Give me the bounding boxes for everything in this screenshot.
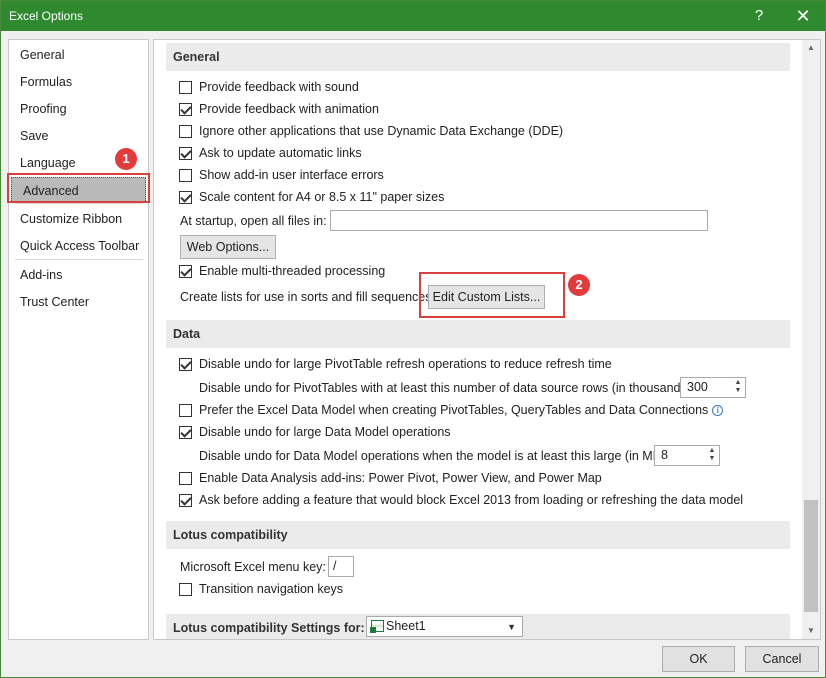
close-icon[interactable]: ✕ xyxy=(785,1,821,31)
option-undo-pivot[interactable]: Disable undo for large PivotTable refres… xyxy=(179,355,612,373)
sidebar-item-customize-ribbon[interactable]: Customize Ribbon xyxy=(9,206,148,232)
startup-files-input[interactable] xyxy=(330,210,708,231)
worksheet-icon xyxy=(370,620,384,633)
advanced-highlight-box xyxy=(7,173,150,203)
undo-model-checkbox[interactable] xyxy=(179,425,192,439)
custom-lists-highlight-box xyxy=(419,272,565,318)
addin-errors-checkbox[interactable] xyxy=(179,168,192,182)
sheet-select-value: Sheet1 xyxy=(386,619,426,633)
update-links-checkbox[interactable] xyxy=(179,146,192,160)
sidebar-item-general[interactable]: General xyxy=(9,42,148,68)
sidebar-item-add-ins[interactable]: Add-ins xyxy=(9,262,148,288)
option-label: Show add-in user interface errors xyxy=(199,168,384,182)
option-label: Provide feedback with animation xyxy=(199,102,379,116)
option-ask-before[interactable]: Ask before adding a feature that would b… xyxy=(179,491,743,509)
undo-pivot-rows-label: Disable undo for PivotTables with at lea… xyxy=(199,381,695,395)
multithread-checkbox[interactable] xyxy=(179,264,192,278)
feedback-animation-checkbox[interactable] xyxy=(179,102,192,116)
option-feedback-sound[interactable]: Provide feedback with sound xyxy=(179,78,359,96)
callout-badge-2: 2 xyxy=(568,274,590,296)
sidebar-divider xyxy=(15,203,143,204)
option-label: Scale content for A4 or 8.5 x 11" paper … xyxy=(199,190,445,204)
custom-lists-label: Create lists for use in sorts and fill s… xyxy=(180,290,435,304)
web-options-button[interactable]: Web Options... xyxy=(180,235,276,259)
scale-content-checkbox[interactable] xyxy=(179,190,192,204)
option-transition-keys[interactable]: Transition navigation keys xyxy=(179,580,343,598)
option-label: Provide feedback with sound xyxy=(199,80,359,94)
analysis-addins-checkbox[interactable] xyxy=(179,471,192,485)
option-feedback-animation[interactable]: Provide feedback with animation xyxy=(179,100,379,118)
option-label: Enable multi-threaded processing xyxy=(199,264,386,278)
lotus-sheet-select[interactable]: Sheet1 ▼ xyxy=(366,616,523,637)
option-label: Ask before adding a feature that would b… xyxy=(199,493,744,507)
spinner-value: 300 xyxy=(687,380,708,394)
ignore-dde-checkbox[interactable] xyxy=(179,124,192,138)
ok-button[interactable]: OK xyxy=(662,646,735,672)
vertical-scrollbar[interactable]: ▲ ▼ xyxy=(802,40,820,639)
sidebar-item-formulas[interactable]: Formulas xyxy=(9,69,148,95)
sidebar-item-quick-access-toolbar[interactable]: Quick Access Toolbar xyxy=(9,233,148,259)
title-bar: Excel Options ? ✕ xyxy=(1,1,825,31)
option-multithread[interactable]: Enable multi-threaded processing xyxy=(179,262,385,280)
menu-key-label: Microsoft Excel menu key: xyxy=(180,560,326,574)
option-ignore-dde[interactable]: Ignore other applications that use Dynam… xyxy=(179,122,563,140)
category-sidebar: General Formulas Proofing Save Language … xyxy=(8,39,149,640)
startup-files-label: At startup, open all files in: xyxy=(180,214,327,228)
callout-badge-1: 1 xyxy=(115,148,137,170)
prefer-model-checkbox[interactable] xyxy=(179,403,192,417)
option-label: Disable undo for large PivotTable refres… xyxy=(199,357,612,371)
undo-pivot-checkbox[interactable] xyxy=(179,357,192,371)
option-update-links[interactable]: Ask to update automatic links xyxy=(179,144,362,162)
spinner-value: 8 xyxy=(661,448,668,462)
option-prefer-model[interactable]: Prefer the Excel Data Model when creatin… xyxy=(179,401,724,419)
spinner-arrows-icon[interactable]: ▲ ▼ xyxy=(707,447,717,464)
chevron-down-icon[interactable]: ▼ xyxy=(507,618,516,637)
option-addin-errors[interactable]: Show add-in user interface errors xyxy=(179,166,384,184)
scroll-down-icon[interactable]: ▼ xyxy=(802,623,820,639)
feedback-sound-checkbox[interactable] xyxy=(179,80,192,94)
option-label: Enable Data Analysis add-ins: Power Pivo… xyxy=(199,471,602,485)
help-icon[interactable]: ? xyxy=(741,1,777,31)
window-title: Excel Options xyxy=(9,9,84,23)
transition-keys-checkbox[interactable] xyxy=(179,582,192,596)
info-icon[interactable]: i xyxy=(712,404,724,416)
undo-model-size-label: Disable undo for Data Model operations w… xyxy=(199,449,669,463)
option-undo-model[interactable]: Disable undo for large Data Model operat… xyxy=(179,423,451,441)
ask-before-checkbox[interactable] xyxy=(179,493,192,507)
spinner-arrows-icon[interactable]: ▲ ▼ xyxy=(733,379,743,396)
excel-options-dialog: Excel Options ? ✕ General Formulas Proof… xyxy=(0,0,826,678)
menu-key-input[interactable]: / xyxy=(328,556,354,577)
sidebar-divider xyxy=(15,259,143,260)
section-header-lotus: Lotus compatibility xyxy=(166,521,790,549)
undo-model-size-spinner[interactable]: 8 ▲ ▼ xyxy=(654,445,720,466)
undo-pivot-rows-spinner[interactable]: 300 ▲ ▼ xyxy=(680,377,746,398)
section-header-general: General xyxy=(166,43,790,71)
option-scale-content[interactable]: Scale content for A4 or 8.5 x 11" paper … xyxy=(179,188,444,206)
option-label: Ask to update automatic links xyxy=(199,146,362,160)
option-label: Disable undo for large Data Model operat… xyxy=(199,425,451,439)
sidebar-item-save[interactable]: Save xyxy=(9,123,148,149)
cancel-button[interactable]: Cancel xyxy=(745,646,819,672)
sidebar-item-proofing[interactable]: Proofing xyxy=(9,96,148,122)
scrollbar-thumb[interactable] xyxy=(804,500,818,612)
option-label: Transition navigation keys xyxy=(199,582,344,596)
sidebar-item-trust-center[interactable]: Trust Center xyxy=(9,289,148,315)
advanced-options-panel: General Provide feedback with sound Prov… xyxy=(153,39,821,640)
scroll-up-icon[interactable]: ▲ xyxy=(802,40,820,56)
option-label: Ignore other applications that use Dynam… xyxy=(199,124,564,138)
section-header-data: Data xyxy=(166,320,790,348)
option-label: Prefer the Excel Data Model when creatin… xyxy=(199,403,709,417)
option-analysis-addins[interactable]: Enable Data Analysis add-ins: Power Pivo… xyxy=(179,469,602,487)
